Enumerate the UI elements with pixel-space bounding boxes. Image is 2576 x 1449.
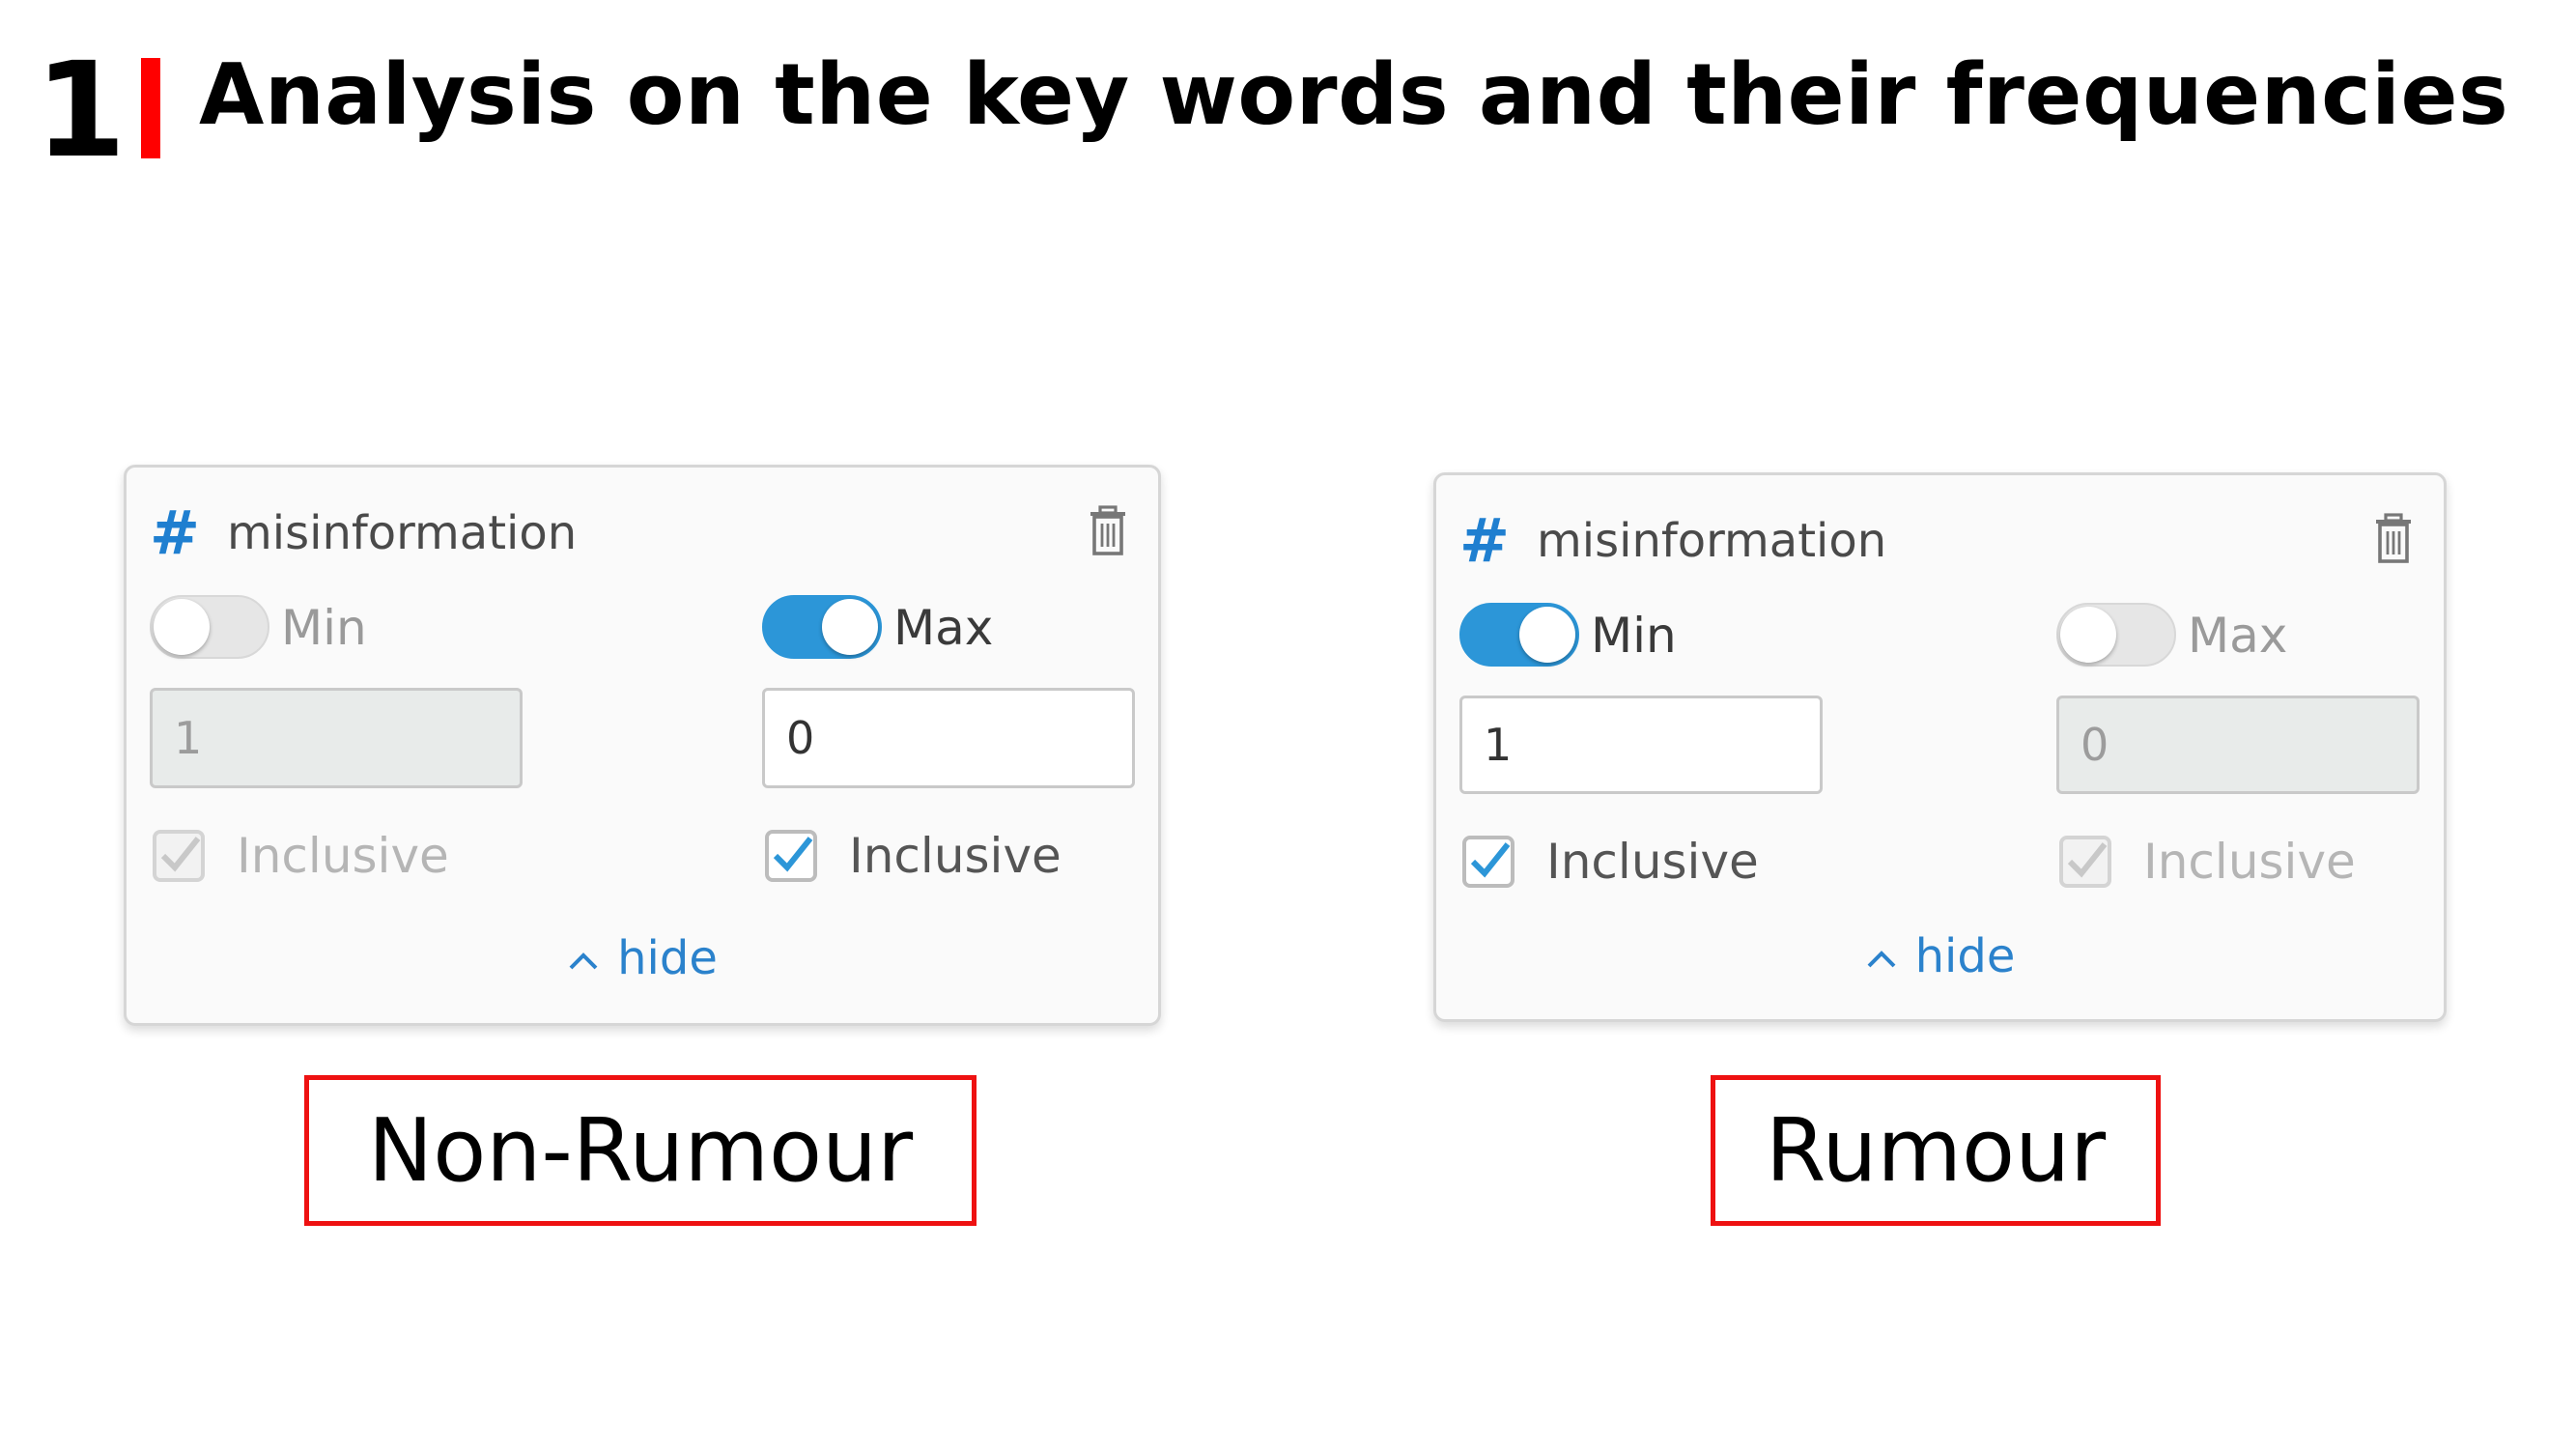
max-inclusive-label: Inclusive (849, 828, 1062, 884)
hash-icon: # (150, 497, 200, 568)
trash-icon[interactable] (1085, 504, 1131, 558)
card-header: # misinformation (1459, 510, 2424, 572)
trash-icon[interactable] (2370, 512, 2417, 566)
max-column: Max Inclusive (762, 593, 1135, 896)
min-input[interactable] (1459, 696, 1823, 794)
max-input[interactable] (2056, 696, 2420, 794)
field-name: misinformation (1537, 514, 1887, 568)
checkbox-checked-icon[interactable] (2058, 835, 2112, 889)
max-input[interactable] (762, 688, 1135, 788)
min-label: Min (281, 600, 367, 656)
card-header: # misinformation (150, 502, 1139, 564)
caption-non-rumour: Non-Rumour (304, 1075, 977, 1226)
chevron-up-icon (1867, 951, 1896, 968)
hide-link[interactable]: hide (1436, 927, 2444, 985)
min-column: Min Inclusive (150, 593, 523, 896)
max-toggle[interactable] (2056, 603, 2176, 667)
filter-card-non-rumour: # misinformation Min Inclusive Max (124, 465, 1161, 1026)
filter-card-rumour: # misinformation Min Inclusive Max (1433, 472, 2447, 1022)
max-column: Max Inclusive (2056, 601, 2429, 902)
caption-rumour: Rumour (1711, 1075, 2161, 1226)
max-toggle[interactable] (762, 595, 882, 659)
hide-label: hide (617, 931, 718, 985)
hash-icon: # (1459, 505, 1510, 576)
hide-label: hide (1914, 929, 2016, 983)
max-label: Max (2188, 608, 2288, 664)
toggle-knob (1519, 607, 1575, 663)
slide-number: 1 (35, 35, 127, 187)
toggle-knob (822, 599, 878, 655)
min-toggle[interactable] (1459, 603, 1579, 667)
min-inclusive-label: Inclusive (1546, 834, 1759, 890)
max-label: Max (893, 600, 994, 656)
checkbox-checked-icon[interactable] (764, 829, 818, 883)
checkbox-checked-icon[interactable] (1461, 835, 1515, 889)
min-toggle[interactable] (150, 595, 269, 659)
checkbox-checked-icon[interactable] (152, 829, 206, 883)
chevron-up-icon (569, 952, 598, 970)
min-label: Min (1591, 608, 1677, 664)
min-column: Min Inclusive (1459, 601, 1832, 902)
title-accent-bar (141, 58, 160, 158)
slide-title: Analysis on the key words and their freq… (199, 45, 2509, 144)
min-inclusive-label: Inclusive (237, 828, 449, 884)
toggle-knob (154, 599, 210, 655)
toggle-knob (2060, 607, 2116, 663)
min-input[interactable] (150, 688, 523, 788)
max-inclusive-label: Inclusive (2143, 834, 2356, 890)
field-name: misinformation (227, 506, 578, 560)
hide-link[interactable]: hide (127, 929, 1158, 987)
